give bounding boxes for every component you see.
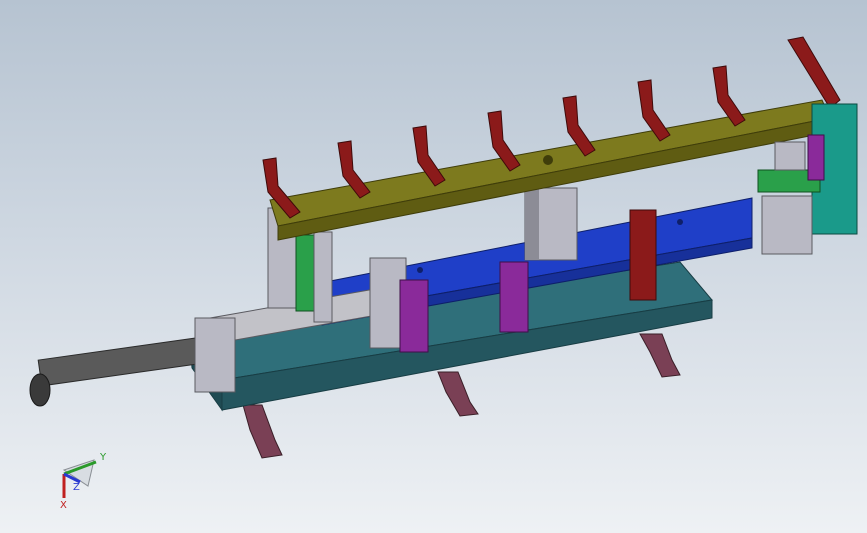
x-axis-label: X	[60, 500, 67, 511]
assembly-model[interactable]: Y Z X	[0, 0, 867, 533]
z-axis-label: Z	[73, 482, 80, 493]
cad-viewport[interactable]: Y Z X	[0, 0, 867, 533]
center-motor	[524, 187, 578, 261]
y-axis-label: Y	[99, 452, 107, 463]
coordinate-triad: Y Z X	[60, 452, 107, 511]
